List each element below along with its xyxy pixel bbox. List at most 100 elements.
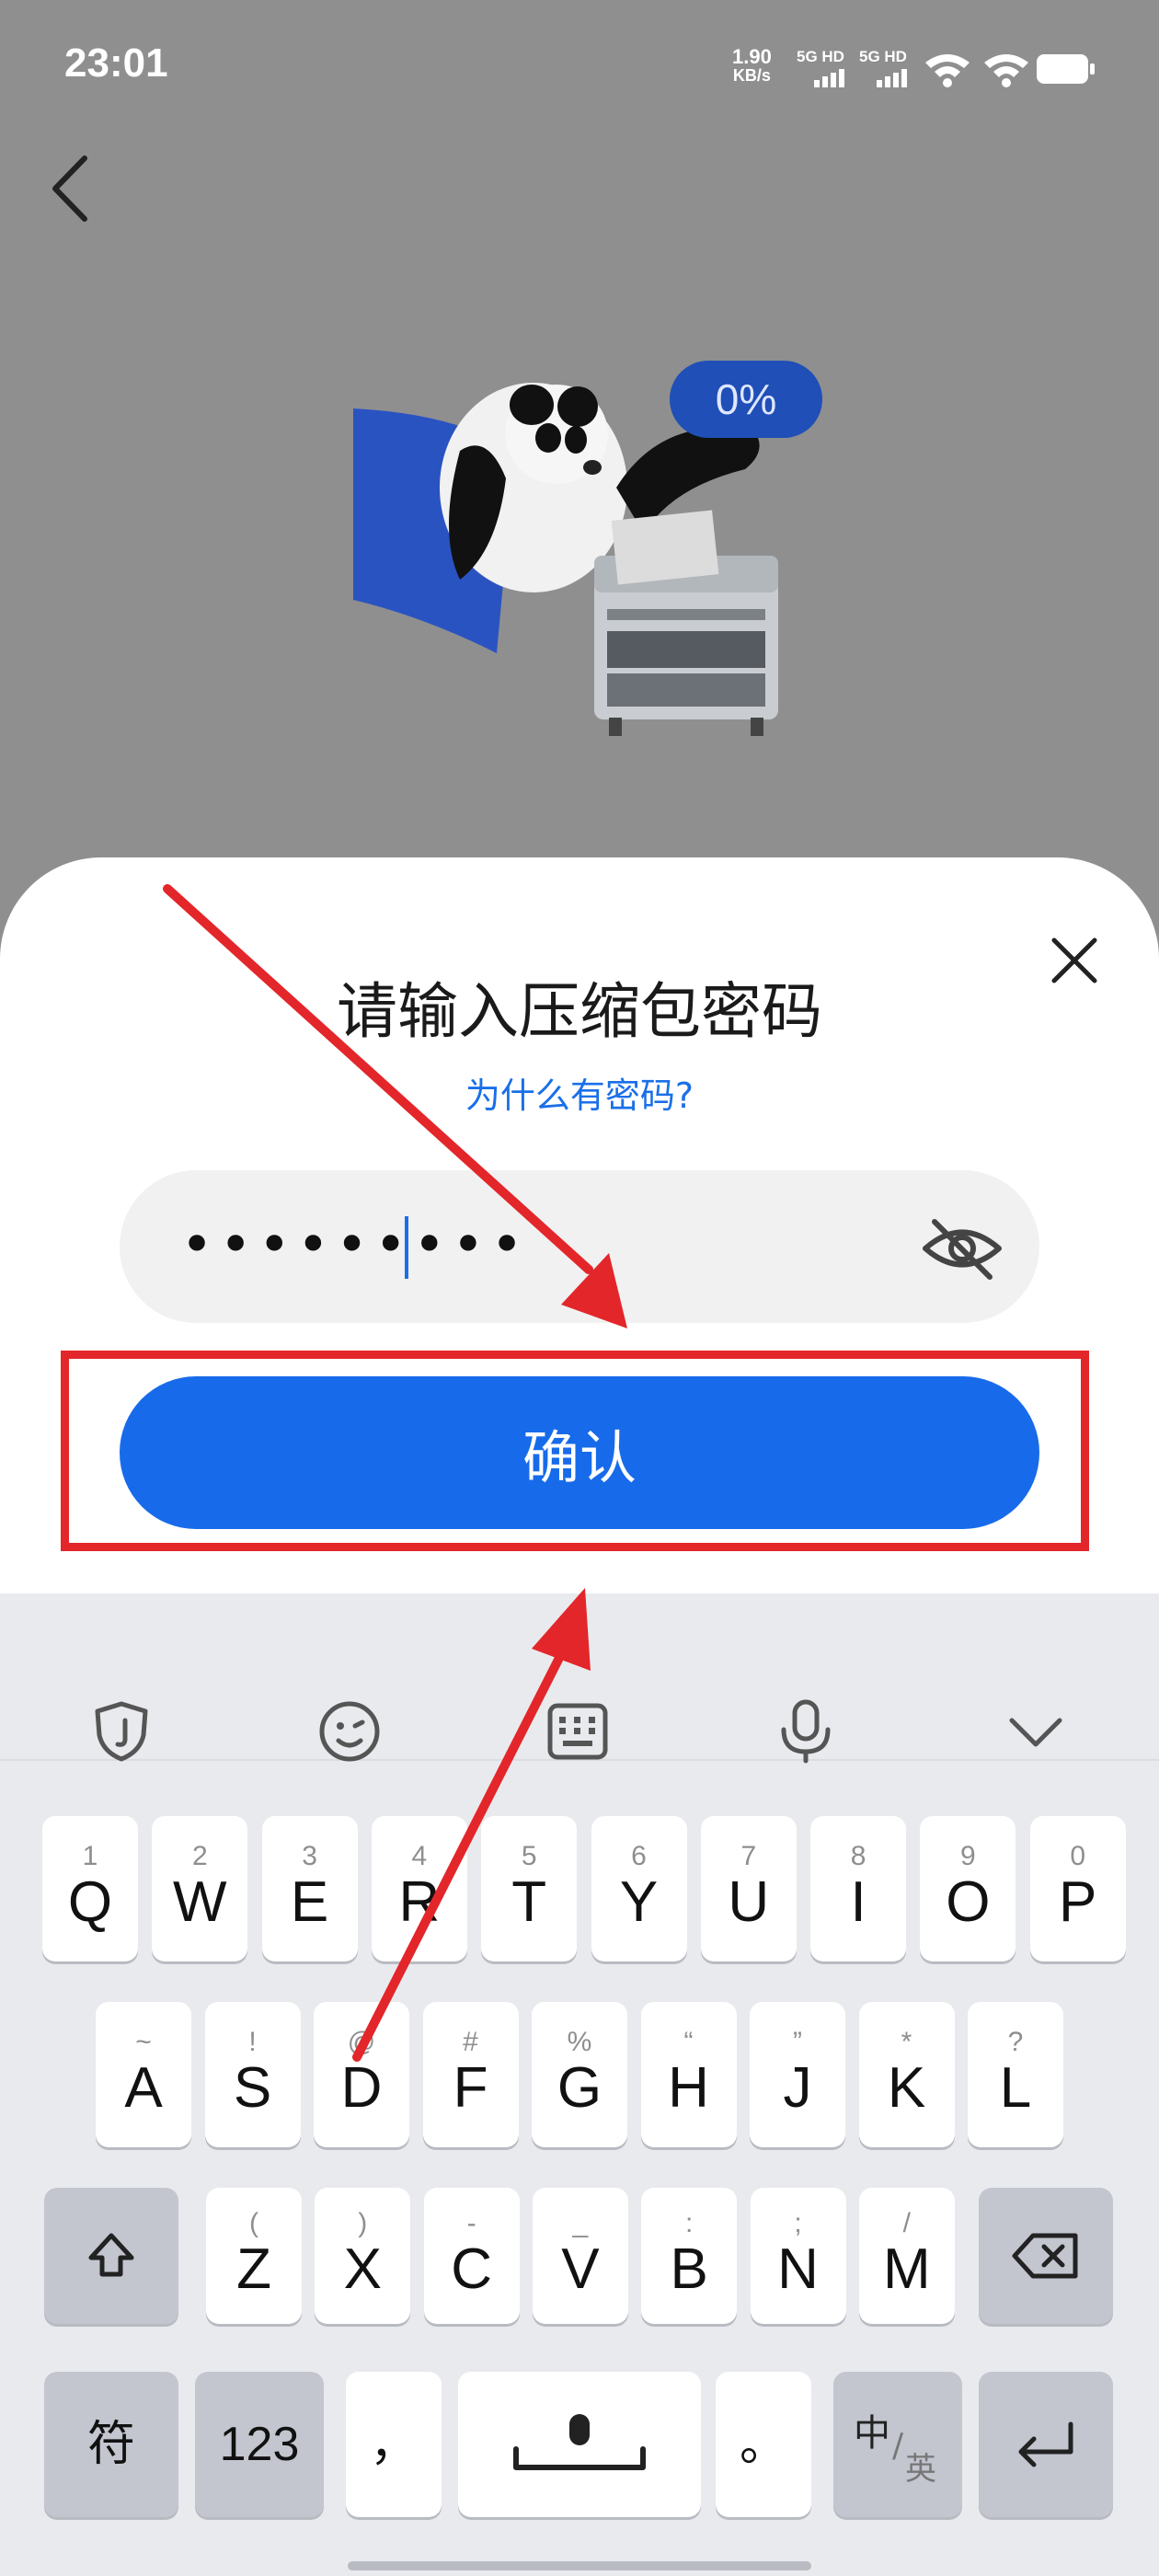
key-letter: B bbox=[670, 2237, 708, 2301]
microphone-icon[interactable] bbox=[773, 1698, 839, 1765]
key-hint: ~ bbox=[135, 2027, 152, 2057]
key-c[interactable]: -C bbox=[423, 2188, 520, 2324]
key-e[interactable]: 3E bbox=[261, 1816, 358, 1961]
period-key[interactable]: 。 bbox=[716, 2372, 811, 2517]
shield-icon[interactable] bbox=[88, 1698, 155, 1765]
key-hint: : bbox=[685, 2208, 694, 2238]
key-k[interactable]: * K bbox=[858, 2002, 955, 2147]
key-x[interactable]: ) X bbox=[315, 2188, 411, 2324]
key-hint: 0 bbox=[1070, 1841, 1086, 1871]
language-key-main: 中 bbox=[854, 2412, 890, 2455]
sim2-label: 5G HD bbox=[859, 48, 907, 65]
key-i[interactable]: 8I bbox=[810, 1816, 907, 1961]
keyboard-icon[interactable] bbox=[545, 1698, 611, 1765]
wifi-icon bbox=[925, 54, 970, 87]
period-key-label: 。 bbox=[739, 2417, 787, 2472]
key-p[interactable]: 0P bbox=[1029, 1816, 1126, 1961]
key-n[interactable]: ; N bbox=[750, 2188, 846, 2324]
key-letter: P bbox=[1059, 1870, 1097, 1934]
key-w[interactable]: 2W bbox=[152, 1816, 248, 1961]
shift-icon bbox=[88, 2233, 134, 2277]
key-h[interactable]: “H bbox=[640, 2002, 737, 2147]
key-hint: 7 bbox=[740, 1841, 757, 1871]
key-letter: T bbox=[511, 1870, 547, 1934]
voice-space-icon bbox=[513, 2414, 646, 2470]
back-button[interactable] bbox=[37, 147, 110, 230]
language-switch-key[interactable]: 中 / 英 bbox=[833, 2372, 962, 2517]
key-hint: 5 bbox=[521, 1841, 537, 1871]
enter-key[interactable] bbox=[979, 2372, 1113, 2517]
key-hint: % bbox=[567, 2027, 592, 2057]
key-hint: / bbox=[902, 2208, 911, 2238]
eye-off-icon[interactable] bbox=[920, 1211, 1004, 1286]
numbers-key[interactable]: 123 bbox=[195, 2372, 324, 2517]
key-hint: 6 bbox=[631, 1841, 647, 1871]
sim1-signal-icon: 5G HD bbox=[797, 48, 844, 87]
key-letter: F bbox=[453, 2056, 488, 2120]
key-b[interactable]: :B bbox=[641, 2188, 738, 2324]
key-hint: 2 bbox=[191, 1841, 208, 1871]
key-d[interactable]: @ D bbox=[314, 2002, 409, 2147]
key-hint: @ bbox=[347, 2027, 376, 2057]
confirm-button[interactable]: 确认 bbox=[120, 1376, 1039, 1529]
shift-key[interactable] bbox=[44, 2188, 178, 2324]
network-speed-unit: KB/s bbox=[732, 66, 771, 85]
key-o[interactable]: 9O bbox=[920, 1816, 1016, 1961]
key-s[interactable]: ! S bbox=[204, 2002, 301, 2147]
key-f[interactable]: # F bbox=[422, 2002, 519, 2147]
key-letter: N bbox=[777, 2237, 819, 2301]
why-password-link[interactable]: 为什么有密码? bbox=[0, 1067, 1159, 1118]
key-hint: ! bbox=[248, 2027, 257, 2057]
key-z[interactable]: (Z bbox=[206, 2188, 302, 2324]
network-speed: 1.90 KB/s bbox=[732, 47, 772, 86]
chevron-down-icon[interactable] bbox=[1003, 1698, 1069, 1765]
key-letter: S bbox=[233, 2056, 272, 2120]
key-hint: ” bbox=[793, 2027, 802, 2057]
key-hint: ( bbox=[249, 2208, 258, 2238]
key-j[interactable]: ” J bbox=[750, 2002, 845, 2147]
key-letter: E bbox=[290, 1870, 329, 1934]
key-letter: L bbox=[999, 2056, 1032, 2120]
backspace-key[interactable] bbox=[979, 2188, 1113, 2324]
key-l[interactable]: ? L bbox=[968, 2002, 1063, 2147]
key-letter: I bbox=[850, 1870, 866, 1934]
comma-key-label: ， bbox=[369, 2417, 418, 2472]
key-hint: ; bbox=[794, 2208, 802, 2238]
key-hint: # bbox=[463, 2027, 478, 2057]
dialog-title: 请输入压缩包密码 bbox=[337, 976, 822, 1047]
key-letter: R bbox=[398, 1870, 441, 1934]
key-hint: - bbox=[466, 2208, 476, 2238]
symbols-key-label: 符 bbox=[86, 2417, 135, 2472]
key-letter: G bbox=[557, 2056, 602, 2120]
key-letter: J bbox=[783, 2056, 812, 2120]
key-q[interactable]: 1Q bbox=[42, 1816, 138, 1961]
symbols-key[interactable]: 符 bbox=[44, 2372, 178, 2517]
key-hint: ) bbox=[358, 2208, 368, 2238]
key-letter: A bbox=[124, 2056, 163, 2120]
space-key[interactable] bbox=[458, 2372, 701, 2517]
key-hint: 3 bbox=[302, 1841, 317, 1871]
key-m[interactable]: / M bbox=[858, 2188, 955, 2324]
enter-icon bbox=[1018, 2421, 1073, 2467]
key-letter: Z bbox=[236, 2237, 271, 2301]
key-g[interactable]: % G bbox=[532, 2002, 627, 2147]
key-a[interactable]: ~ A bbox=[96, 2002, 191, 2147]
key-hint: 8 bbox=[850, 1841, 866, 1871]
key-letter: K bbox=[887, 2056, 926, 2120]
backspace-icon bbox=[1012, 2233, 1078, 2279]
wifi-icon-2 bbox=[984, 54, 1028, 87]
emoji-icon[interactable] bbox=[316, 1698, 383, 1765]
key-letter: D bbox=[340, 2056, 383, 2120]
key-t[interactable]: 5T bbox=[481, 1816, 578, 1961]
text-cursor bbox=[405, 1216, 408, 1279]
comma-key[interactable]: ， bbox=[346, 2372, 442, 2517]
sim1-label: 5G HD bbox=[797, 48, 844, 65]
key-u[interactable]: 7U bbox=[700, 1816, 797, 1961]
key-y[interactable]: 6Y bbox=[591, 1816, 687, 1961]
progress-badge: 0% bbox=[670, 361, 822, 438]
key-hint: 1 bbox=[82, 1841, 98, 1871]
key-hint: “ bbox=[683, 2027, 694, 2057]
key-letter: C bbox=[451, 2237, 492, 2301]
key-v[interactable]: _ V bbox=[532, 2188, 628, 2324]
key-r[interactable]: 4R bbox=[371, 1816, 467, 1961]
